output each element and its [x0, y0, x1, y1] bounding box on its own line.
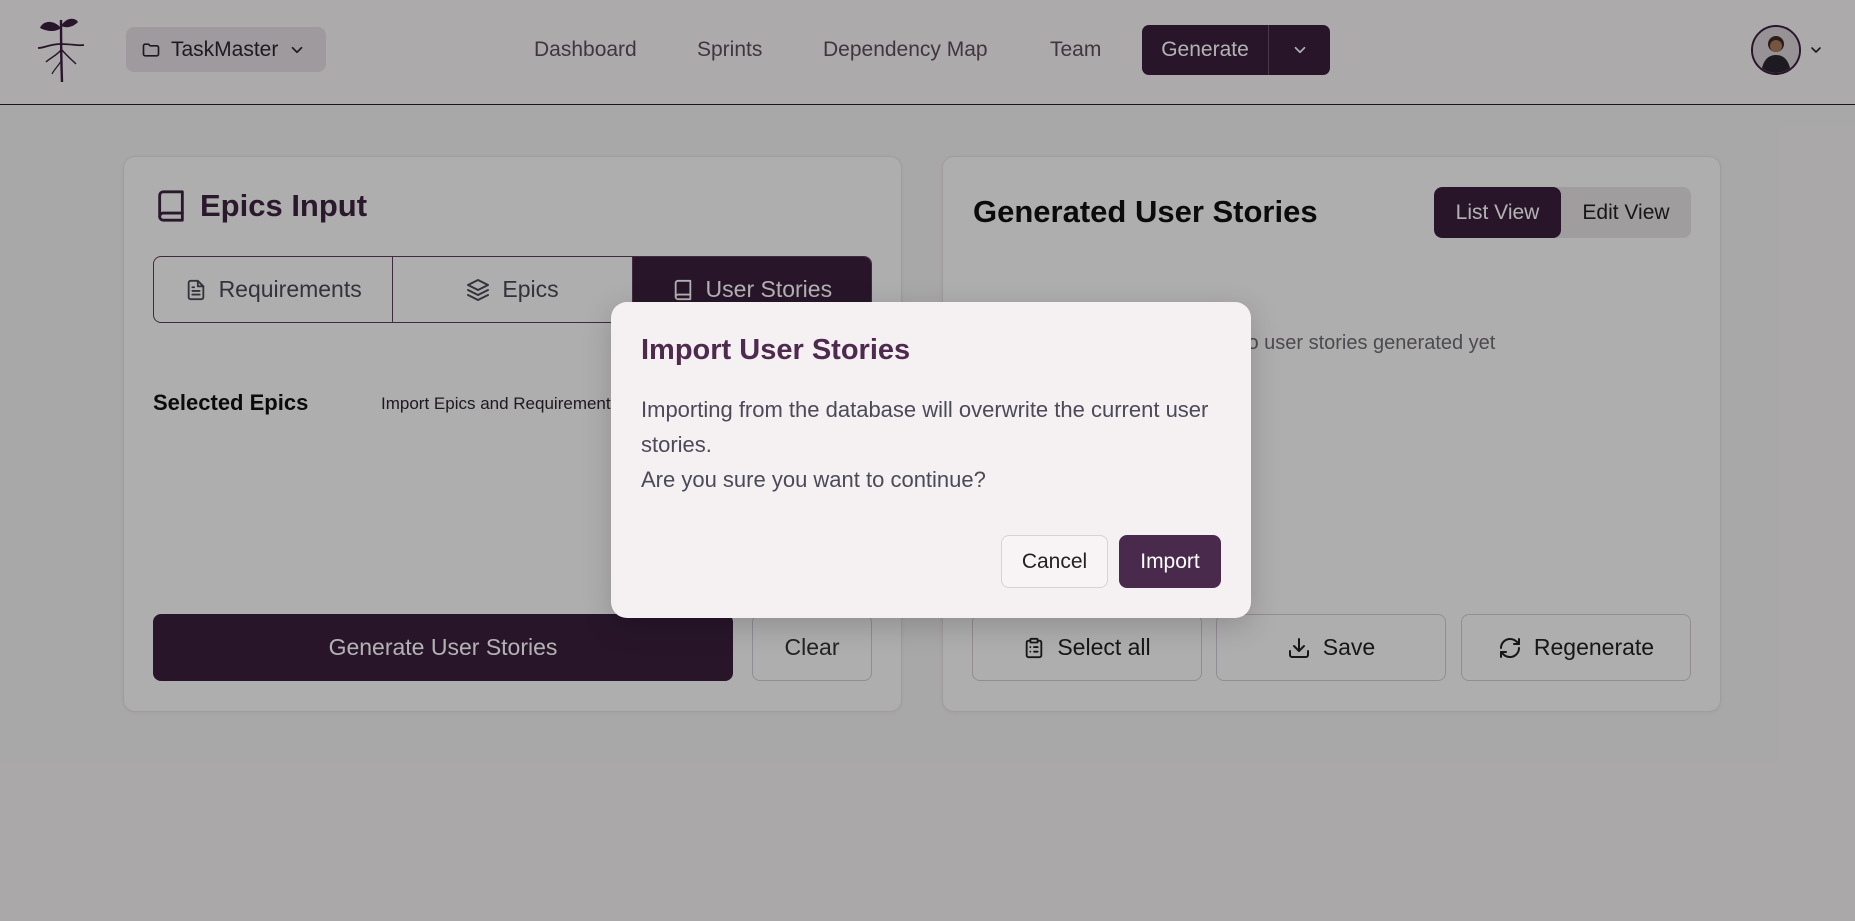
dialog-message-line1: Importing from the database will overwri… — [641, 397, 1209, 457]
dialog-title: Import User Stories — [641, 334, 911, 366]
cancel-button[interactable]: Cancel — [1001, 535, 1108, 588]
dialog-message-line2: Are you sure you want to continue? — [641, 467, 986, 492]
import-confirm-dialog: Import User Stories Importing from the d… — [611, 302, 1251, 618]
dialog-message: Importing from the database will overwri… — [641, 392, 1231, 497]
import-button[interactable]: Import — [1119, 535, 1221, 588]
